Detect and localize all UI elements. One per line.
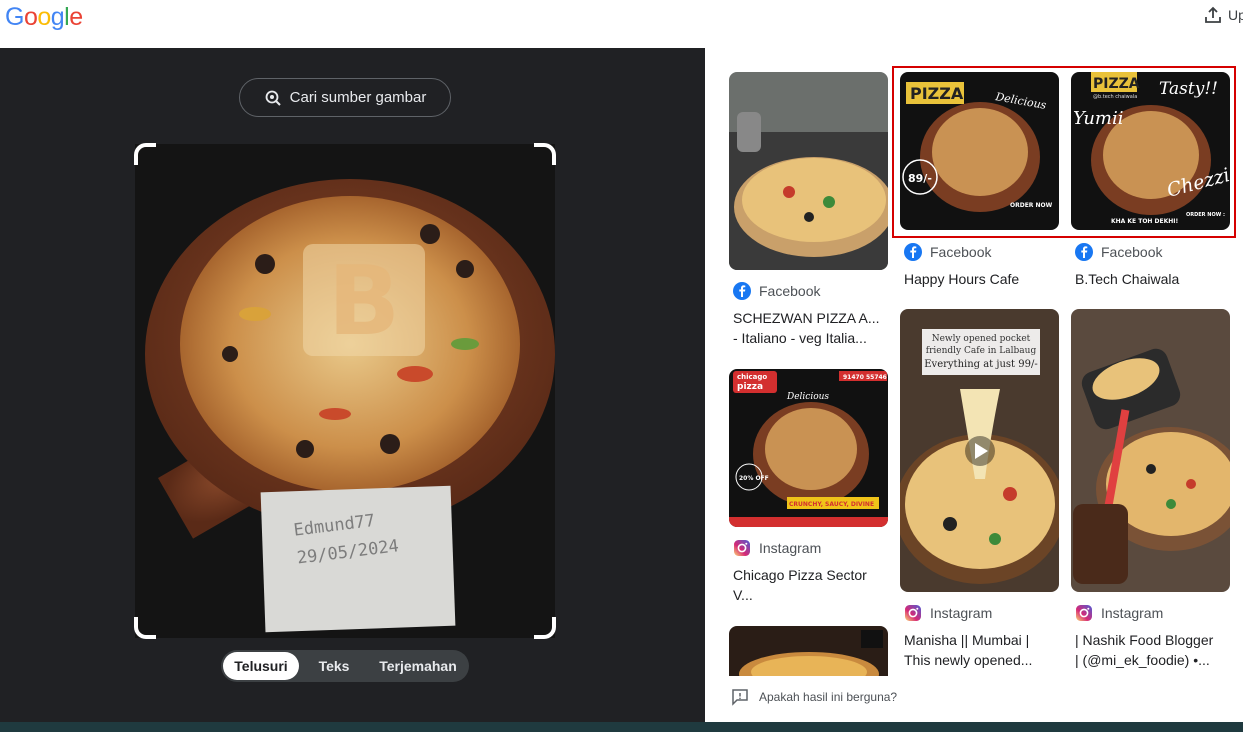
lens-panel: Cari sumber gambar B Edmund77 29/05/2024 [0, 48, 705, 722]
source-label: Facebook [1101, 244, 1163, 260]
result-title-1[interactable]: SCHEZWAN PIZZA A... - Italiano - veg Ita… [733, 308, 893, 348]
logo-letter: G [5, 3, 24, 31]
title-line: | Nashik Food Blogger [1075, 632, 1214, 648]
thumb-banner-line-2: friendly Cafe in Lalbaug [926, 346, 1037, 356]
facebook-icon [904, 243, 922, 261]
top-bar: Google Up [0, 0, 1243, 48]
result-title-5[interactable]: Manisha || Mumbai | This newly opened... [904, 630, 1064, 670]
feedback-prompt[interactable]: Apakah hasil ini berguna? [731, 688, 897, 706]
title-line: - Italiano - veg Italia... [733, 330, 867, 346]
search-image-source-button[interactable]: Cari sumber gambar [239, 78, 451, 117]
search-image-source-label: Cari sumber gambar [289, 89, 427, 106]
result-source-5[interactable]: Instagram [904, 604, 992, 622]
svg-text:B: B [328, 247, 400, 357]
result-image-4: chicago pizza 91470 55746 Delicious 20% … [729, 369, 888, 527]
title-line: | (@mi_ek_foodie) •... [1075, 652, 1210, 668]
highlight-box [892, 66, 1236, 238]
source-label: Facebook [930, 244, 992, 260]
thumb-phone-text: 91470 55746 [843, 374, 887, 381]
result-source-2[interactable]: Facebook [904, 243, 991, 261]
result-source-6[interactable]: Instagram [1075, 604, 1163, 622]
upload-label: Up [1228, 7, 1243, 23]
result-thumbnail-7[interactable] [729, 626, 888, 676]
lens-search-icon [265, 90, 281, 106]
logo-letter: e [69, 3, 83, 31]
results-panel: Facebook SCHEZWAN PIZZA A... - Italiano … [705, 48, 1243, 722]
result-title-3[interactable]: B.Tech Chaiwala [1075, 269, 1235, 289]
result-title-4[interactable]: Chicago Pizza Sector V... [733, 565, 893, 605]
tab-teks[interactable]: Teks [299, 652, 369, 680]
result-thumbnail-4[interactable]: chicago pizza 91470 55746 Delicious 20% … [729, 369, 888, 527]
title-line: This newly opened... [904, 652, 1033, 668]
source-label: Facebook [759, 283, 821, 299]
result-thumbnail-5[interactable]: Newly opened pocket friendly Cafe in Lal… [900, 309, 1059, 592]
crop-handle-top-left[interactable] [134, 143, 156, 165]
source-label: Instagram [759, 540, 822, 556]
result-image-7 [729, 626, 888, 676]
thumb-tagline-text: CRUNCHY, SAUCY, DIVINE [789, 501, 874, 508]
feedback-label: Apakah hasil ini berguna? [759, 690, 898, 704]
tab-terjemahan[interactable]: Terjemahan [369, 652, 467, 680]
result-thumbnail-6[interactable] [1071, 309, 1230, 592]
result-image-1 [729, 72, 888, 270]
upload-button[interactable]: Up [1204, 6, 1243, 24]
thumb-delicious-text: Delicious [786, 392, 829, 402]
thumb-brand-text: pizza [737, 382, 763, 392]
thumb-brand-top-text: chicago [737, 373, 767, 381]
source-label: Instagram [930, 605, 993, 621]
logo-letter: o [23, 3, 38, 31]
result-thumbnail-1[interactable] [729, 72, 888, 270]
thumb-banner-line-3: Everything at just 99/- [924, 359, 1037, 370]
thumb-off-text: 20% OFF [739, 475, 769, 482]
result-source-3[interactable]: Facebook [1075, 243, 1162, 261]
result-image-5: Newly opened pocket friendly Cafe in Lal… [900, 309, 1059, 592]
mode-switcher: Telusuri Teks Terjemahan [221, 650, 469, 682]
title-line: Happy Hours Cafe [904, 271, 1020, 287]
result-source-4[interactable]: Instagram [733, 539, 821, 557]
logo-letter: o [37, 3, 51, 31]
title-line: SCHEZWAN PIZZA A... [733, 310, 880, 326]
google-logo[interactable]: Google [5, 3, 83, 32]
crop-handle-top-right[interactable] [534, 143, 556, 165]
upload-icon [1205, 6, 1221, 23]
instagram-icon [1076, 605, 1092, 621]
title-line: B.Tech Chaiwala [1075, 271, 1180, 287]
query-image-crop[interactable]: B Edmund77 29/05/2024 [134, 143, 556, 639]
feedback-icon [732, 689, 748, 706]
title-line: Chicago Pizza Sector [733, 567, 867, 583]
result-title-6[interactable]: | Nashik Food Blogger | (@mi_ek_foodie) … [1075, 630, 1241, 670]
instagram-icon [905, 605, 921, 621]
title-line: V... [733, 587, 753, 603]
source-label: Instagram [1101, 605, 1164, 621]
instagram-icon [734, 540, 750, 556]
facebook-icon [1075, 243, 1093, 261]
result-title-2[interactable]: Happy Hours Cafe [904, 269, 1064, 289]
title-line: Manisha || Mumbai | [904, 632, 1030, 648]
facebook-icon [733, 282, 751, 300]
taskbar [0, 722, 1243, 732]
tab-telusuri[interactable]: Telusuri [223, 652, 299, 680]
result-source-1[interactable]: Facebook [733, 282, 820, 300]
crop-handle-bottom-left[interactable] [134, 617, 156, 639]
thumb-banner-line-1: Newly opened pocket [932, 334, 1031, 344]
logo-letter: g [50, 3, 65, 31]
result-image-6 [1071, 309, 1230, 592]
